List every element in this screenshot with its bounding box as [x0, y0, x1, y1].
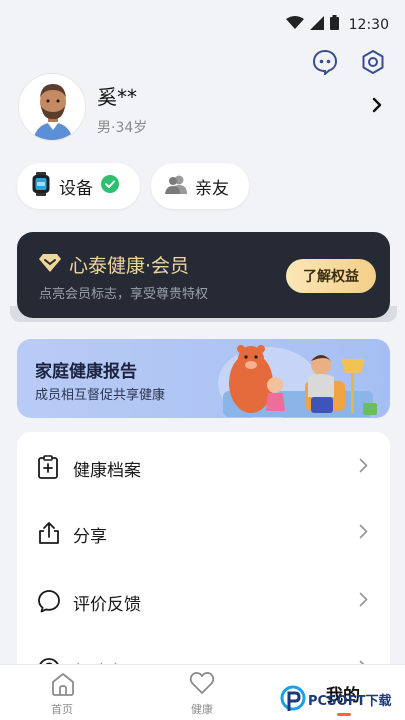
- customer-service-icon[interactable]: [311, 48, 339, 76]
- user-meta: 男·34岁: [97, 120, 148, 136]
- family-report-title: 家庭健康报告: [35, 362, 137, 382]
- feedback-icon: [37, 589, 61, 617]
- chevron-right-icon[interactable]: [372, 97, 382, 117]
- menu-item-label: 健康档案: [73, 461, 141, 481]
- check-circle-icon: [101, 175, 119, 197]
- menu-item-feedback[interactable]: 评价反馈: [17, 568, 390, 634]
- avatar[interactable]: [18, 73, 86, 141]
- membership-card[interactable]: 心泰健康·会员 点亮会员标志，享受尊贵特权 了解权益: [17, 232, 390, 318]
- family-chip-label: 亲友: [195, 178, 229, 199]
- tab-home-label: 首页: [51, 703, 73, 716]
- family-report-card[interactable]: 家庭健康报告 成员相互督促共享健康: [17, 339, 390, 418]
- chevron-right-icon: [359, 592, 368, 611]
- device-chip[interactable]: 设备: [17, 163, 140, 209]
- status-time: 12:30: [348, 16, 389, 33]
- diamond-icon: [39, 254, 61, 276]
- share-icon: [37, 521, 61, 549]
- people-icon: [165, 174, 187, 198]
- user-name: 奚**: [97, 85, 137, 109]
- menu-item-label: 评价反馈: [73, 595, 141, 615]
- membership-title: 心泰健康·会员: [69, 255, 190, 277]
- tab-health[interactable]: 健康: [142, 665, 262, 720]
- wifi-icon: [285, 15, 304, 34]
- home-icon: [50, 671, 76, 701]
- heart-icon: [189, 671, 215, 699]
- watermark-text: PCSOFT下载: [308, 693, 392, 709]
- family-illustration: [213, 343, 378, 418]
- health-record-icon: [37, 455, 59, 483]
- signal-icon: [309, 15, 324, 34]
- membership-subtitle: 点亮会员标志，享受尊贵特权: [39, 287, 209, 302]
- status-bar: 12:30: [0, 0, 405, 50]
- device-chip-label: 设备: [59, 178, 93, 199]
- menu-card: 健康档案 分享 评价反馈: [17, 432, 390, 692]
- smartwatch-icon: [31, 172, 51, 200]
- pc-logo-icon: [280, 685, 306, 711]
- profile-header[interactable]: 奚** 男·34岁: [18, 73, 388, 143]
- family-report-subtitle: 成员相互督促共享健康: [35, 388, 166, 403]
- chevron-right-icon: [359, 524, 368, 543]
- tab-health-label: 健康: [191, 703, 213, 716]
- chevron-right-icon: [359, 458, 368, 477]
- learn-benefits-button[interactable]: 了解权益: [286, 259, 376, 293]
- settings-icon[interactable]: [359, 48, 387, 76]
- menu-item-share[interactable]: 分享: [17, 500, 390, 566]
- menu-item-health-record[interactable]: 健康档案: [17, 434, 390, 500]
- family-chip[interactable]: 亲友: [151, 163, 249, 209]
- battery-icon: [329, 15, 339, 34]
- tab-home[interactable]: 首页: [2, 665, 122, 720]
- menu-item-label: 分享: [73, 527, 107, 547]
- watermark-logo: PCSOFT下载: [280, 683, 405, 715]
